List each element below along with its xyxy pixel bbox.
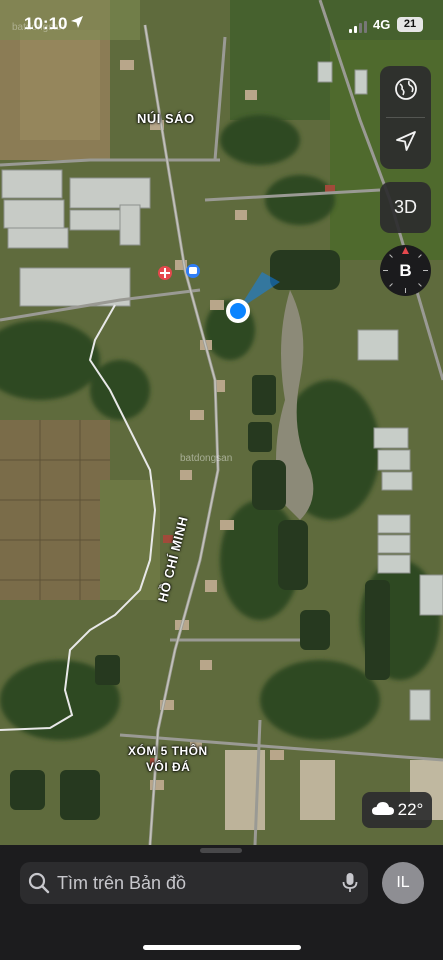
search-field[interactable]: Tìm trên Bản đồ	[20, 862, 368, 904]
cloud-icon	[371, 800, 395, 821]
location-services-icon	[70, 15, 84, 34]
compass-letter: B	[399, 261, 412, 280]
battery-indicator: 21	[397, 17, 423, 32]
profile-avatar[interactable]: IL	[382, 862, 424, 904]
status-bar: 10:10 4G 21	[0, 0, 443, 50]
status-time: 10:10	[24, 14, 68, 33]
sheet-grabber[interactable]	[200, 848, 242, 853]
weather-badge[interactable]: 22°	[362, 792, 432, 828]
watermark: batdongsan	[180, 453, 233, 464]
hamlet-label-line1[interactable]: XÓM 5 THÔN	[128, 744, 208, 758]
map-controls-panel	[380, 66, 431, 169]
location-arrow-icon	[395, 130, 417, 157]
place-label-nui-sao[interactable]: NÚI SÁO	[137, 111, 195, 126]
cell-signal-icon	[349, 20, 369, 38]
compass-button[interactable]: B	[380, 245, 431, 296]
microphone-icon[interactable]	[342, 872, 358, 899]
home-indicator[interactable]	[143, 945, 301, 950]
locate-me-button[interactable]	[380, 118, 431, 169]
bus-poi-icon[interactable]	[186, 264, 200, 278]
network-type: 4G	[373, 17, 391, 32]
satellite-map[interactable]	[0, 0, 443, 845]
temperature: 22°	[397, 800, 424, 819]
map-mode-button[interactable]	[380, 66, 431, 117]
search-icon	[28, 872, 50, 899]
globe-icon	[394, 77, 418, 106]
hospital-poi-icon[interactable]	[158, 266, 172, 280]
hamlet-label-line2[interactable]: VÔI ĐÁ	[146, 760, 190, 774]
search-placeholder: Tìm trên Bản đồ	[57, 873, 187, 893]
toggle-3d-button[interactable]: 3D	[380, 182, 431, 233]
